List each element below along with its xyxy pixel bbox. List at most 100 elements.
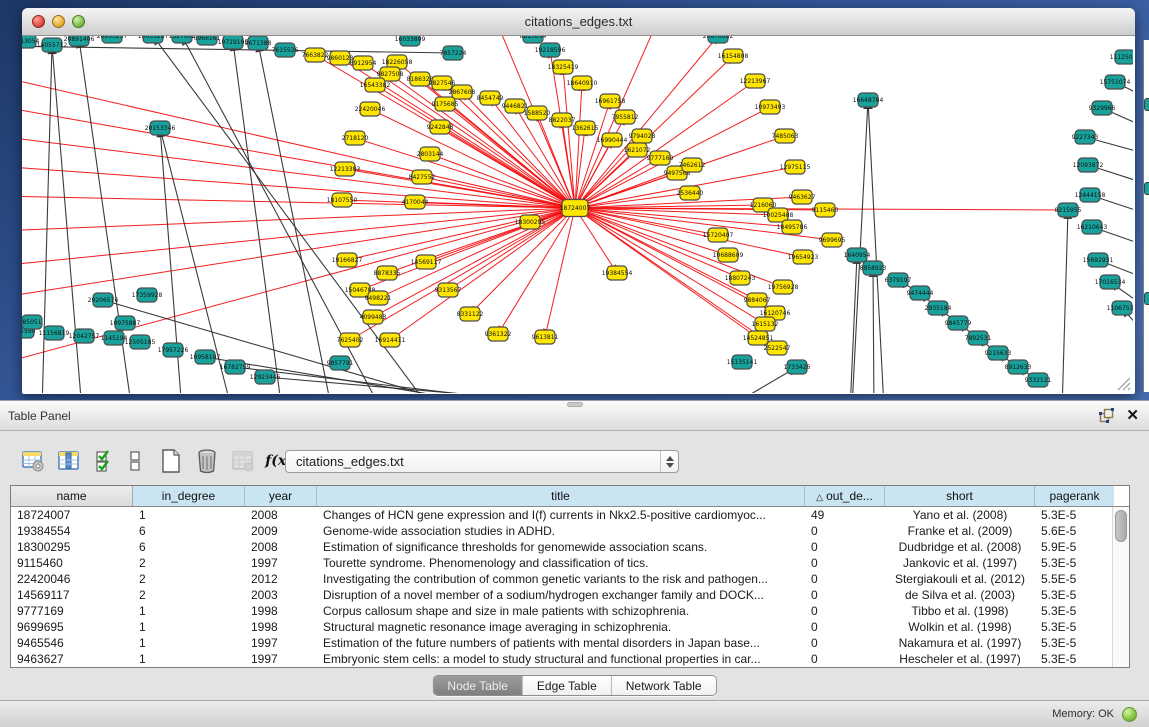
graph-node[interactable]: 9463627 (789, 190, 816, 204)
graph-node[interactable]: 7857224 (440, 46, 467, 60)
cell-in_degree[interactable]: 1 (133, 619, 245, 635)
vertical-scrollbar[interactable] (1112, 507, 1129, 667)
graph-node[interactable]: 9699695 (819, 233, 846, 247)
graph-node[interactable]: 8878335 (374, 266, 401, 280)
graph-node[interactable]: 7615526 (272, 43, 299, 57)
cell-year[interactable]: 1997 (245, 651, 317, 667)
cell-out_de[interactable]: 0 (805, 603, 885, 619)
graph-node[interactable]: 10688609 (713, 248, 744, 262)
memory-status-light-icon[interactable] (1122, 707, 1137, 722)
cell-title[interactable]: Investigating the contribution of common… (317, 571, 805, 587)
cell-pagerank[interactable]: 5.3E-5 (1035, 587, 1114, 603)
cell-title[interactable]: Changes of HCN gene expression and I(f) … (317, 507, 805, 523)
graph-node[interactable]: 7892531 (965, 331, 992, 345)
table-row[interactable]: 946554611997Estimation of the future num… (11, 635, 1129, 651)
graph-node[interactable]: 11156819 (39, 326, 70, 340)
graph-node[interactable]: 9845779 (945, 316, 972, 330)
graph-node[interactable]: 9175685 (432, 97, 459, 111)
scrollbar-thumb[interactable] (1115, 510, 1127, 542)
tab-edge-table[interactable]: Edge Table (522, 676, 611, 695)
row-height-icon[interactable] (128, 448, 142, 474)
graph-node[interactable]: 16782759 (220, 360, 251, 374)
cell-pagerank[interactable]: 5.3E-5 (1035, 635, 1114, 651)
graph-node[interactable]: 9794028 (629, 129, 656, 143)
cell-in_degree[interactable]: 6 (133, 523, 245, 539)
cell-pagerank[interactable]: 5.3E-5 (1035, 619, 1114, 635)
graph-node[interactable]: 17359928 (132, 288, 163, 302)
graph-node[interactable]: 12213967 (740, 74, 771, 88)
graph-node[interactable]: 6379197 (885, 273, 912, 287)
cell-name[interactable]: 9115460 (11, 555, 133, 571)
cell-out_de[interactable]: 0 (805, 619, 885, 635)
cell-pagerank[interactable]: 5.6E-5 (1035, 523, 1114, 539)
graph-node[interactable]: 1145194 (101, 331, 128, 345)
cell-year[interactable]: 1998 (245, 619, 317, 635)
cell-name[interactable]: 9777169 (11, 603, 133, 619)
graph-node[interactable]: 9115460 (812, 203, 839, 217)
cell-name[interactable]: 22420046 (11, 571, 133, 587)
cell-pagerank[interactable]: 5.3E-5 (1035, 555, 1114, 571)
graph-node[interactable]: 1733426 (784, 360, 811, 374)
table-row[interactable]: 946362711997Embryonic stem cells: a mode… (11, 651, 1129, 667)
table-row[interactable]: 2242004622012Investigating the contribut… (11, 571, 1129, 587)
graph-node[interactable]: 9827546 (429, 76, 456, 90)
graph-node[interactable]: 8912954 (350, 56, 377, 70)
cell-title[interactable]: Structural magnetic resonance image aver… (317, 619, 805, 635)
window-titlebar[interactable]: citations_edges.txt (22, 8, 1135, 36)
graph-node[interactable]: 8215955 (1055, 203, 1082, 217)
graph-node[interactable]: 9498221 (365, 291, 392, 305)
cell-title[interactable]: Disruption of a novel member of a sodium… (317, 587, 805, 603)
graph-node[interactable]: 9332121 (1025, 373, 1052, 387)
graph-node[interactable]: 1527602 (169, 36, 196, 43)
cell-out_de[interactable]: 0 (805, 635, 885, 651)
graph-node[interactable]: 12505185 (125, 335, 156, 349)
graph-node[interactable]: 12042757 (69, 329, 100, 343)
panel-drag-grip[interactable] (567, 402, 583, 407)
cell-short[interactable]: Stergiakouli et al. (2012) (885, 571, 1035, 587)
cell-title[interactable]: Tourette syndrome. Phenomenology and cla… (317, 555, 805, 571)
graph-node[interactable]: 7955812 (612, 110, 639, 124)
cell-out_de[interactable]: 0 (805, 523, 885, 539)
cell-pagerank[interactable]: 5.9E-5 (1035, 539, 1114, 555)
cell-in_degree[interactable]: 2 (133, 587, 245, 603)
select-visible-columns-icon[interactable] (92, 448, 118, 474)
graph-node[interactable]: 16648784 (853, 93, 884, 107)
show-column-icon[interactable] (56, 448, 82, 474)
graph-node[interactable]: 2718120 (342, 131, 369, 145)
cell-pagerank[interactable]: 5.3E-5 (1035, 603, 1114, 619)
graph-node[interactable]: 9613811 (532, 330, 559, 344)
graph-node[interactable]: 2522547 (764, 341, 791, 355)
graph-node[interactable]: 8813054 (520, 36, 547, 43)
cell-in_degree[interactable]: 6 (133, 539, 245, 555)
graph-node[interactable]: 20876682 (703, 36, 734, 43)
column-header-short[interactable]: short (885, 486, 1035, 506)
cell-name[interactable]: 14569117 (11, 587, 133, 603)
graph-node[interactable]: 10975887 (110, 316, 141, 330)
graph-node[interactable]: 9329966 (1089, 101, 1116, 115)
graph-node[interactable]: 16033809 (395, 36, 426, 46)
graph-node[interactable]: 15135141 (727, 355, 758, 369)
graph-node[interactable]: 19218596 (535, 43, 566, 57)
graph-node[interactable]: 15692931 (1083, 253, 1114, 267)
graph-node[interactable]: 9857791 (327, 356, 354, 370)
graph-node[interactable]: 10958107 (190, 350, 221, 364)
cell-name[interactable]: 18300295 (11, 539, 133, 555)
graph-node[interactable]: 1588520 (524, 106, 551, 120)
cell-out_de[interactable]: 0 (805, 539, 885, 555)
table-row[interactable]: 977716911998Corpus callosum shape and si… (11, 603, 1129, 619)
graph-node[interactable]: 16210643 (1077, 220, 1108, 234)
graph-node[interactable]: 4170044 (402, 195, 429, 209)
graph-node[interactable]: 6966161 (194, 36, 221, 45)
graph-node[interactable]: 8454749 (477, 91, 504, 105)
graph-node[interactable]: 15720407 (703, 228, 734, 242)
table-row[interactable]: 1938455462009Genome-wide association stu… (11, 523, 1129, 539)
graph-node[interactable]: 16914411 (375, 333, 406, 347)
cell-in_degree[interactable]: 1 (133, 507, 245, 523)
graph-node[interactable]: 10973493 (755, 100, 786, 114)
column-header-pagerank[interactable]: pagerank (1035, 486, 1114, 506)
graph-node[interactable]: 17016534 (1095, 275, 1126, 289)
cell-out_de[interactable]: 0 (805, 587, 885, 603)
graph-node[interactable]: 9361322 (485, 327, 512, 341)
graph-node[interactable]: 10653287 (138, 36, 169, 43)
cell-year[interactable]: 2008 (245, 507, 317, 523)
